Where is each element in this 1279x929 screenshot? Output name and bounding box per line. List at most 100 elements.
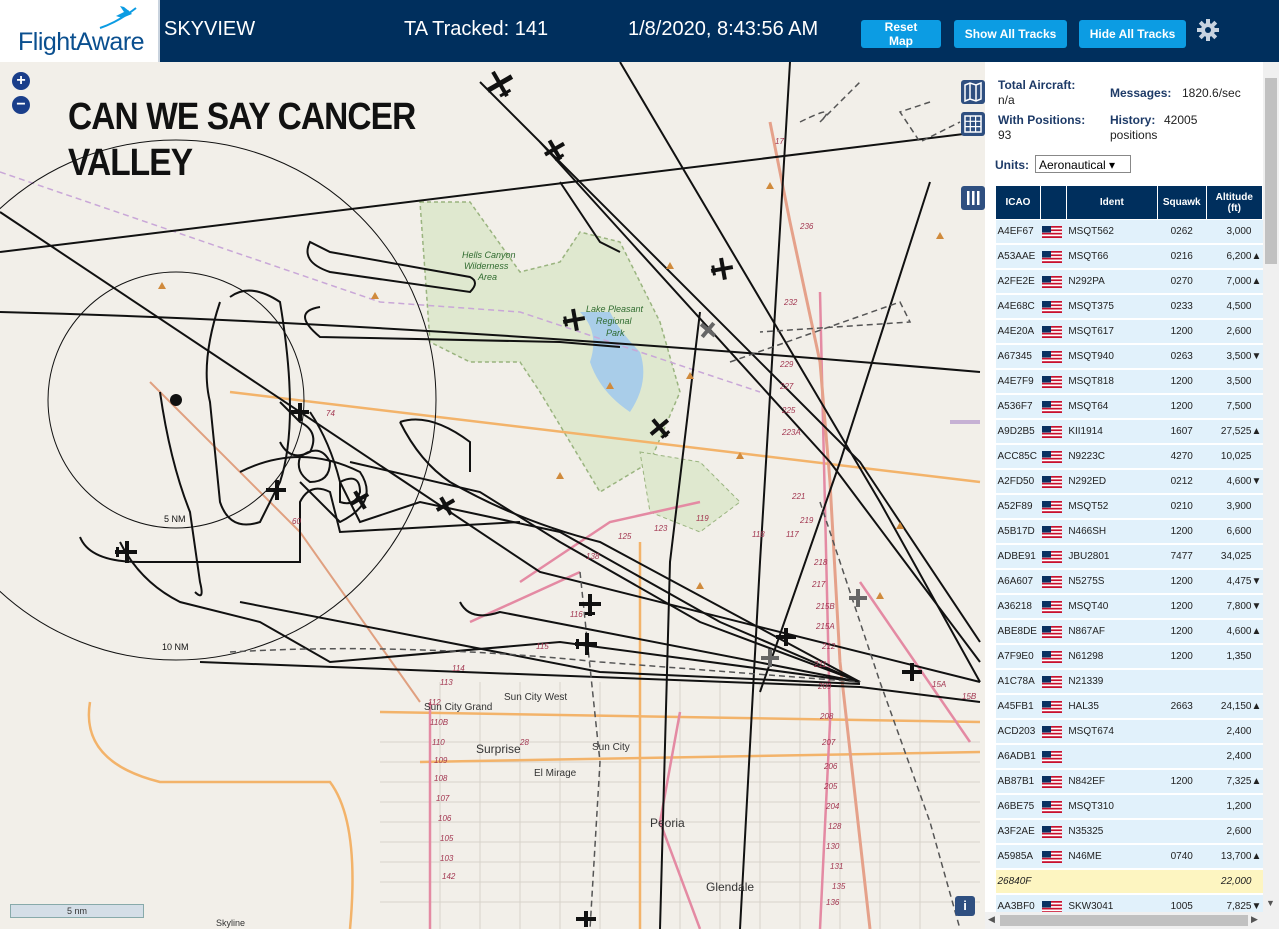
table-row[interactable]: A5B17D N466SH 1200 6,600 — [995, 519, 1263, 545]
table-row[interactable]: A9D2B5 KII1914 1607 27,525▲ — [995, 419, 1263, 445]
units-select[interactable]: Aeronautical ▾ — [1035, 155, 1131, 173]
history-label: History: — [1110, 113, 1156, 127]
road-label: 123 — [654, 524, 668, 533]
table-row[interactable]: A45FB1 HAL35 2663 24,150▲ — [995, 694, 1263, 720]
flag-cell — [1040, 694, 1067, 720]
row-icao: A3F2AE — [995, 819, 1041, 845]
flightaware-logo[interactable]: FlightAware — [0, 0, 160, 62]
gear-icon[interactable] — [1196, 18, 1220, 42]
map-place-label: Glendale — [706, 880, 755, 894]
altitude-value: 7,825 — [1226, 901, 1252, 912]
road-label: 131 — [830, 862, 844, 871]
table-row[interactable]: ABE8DE N867AF 1200 4,600▲ — [995, 619, 1263, 645]
altitude-value: 7,800 — [1226, 601, 1252, 612]
show-all-tracks-button[interactable]: Show All Tracks — [954, 20, 1067, 48]
panel-vertical-scroll-thumb[interactable] — [1265, 78, 1277, 264]
zoom-in-button[interactable]: + — [12, 72, 30, 90]
table-row[interactable]: A2FD50 N292ED 0212 4,600▼ — [995, 469, 1263, 495]
row-squawk: 0212 — [1157, 469, 1207, 495]
grid-icon[interactable] — [961, 112, 985, 136]
table-row[interactable]: ACC85C N9223C 4270 10,025 — [995, 444, 1263, 470]
table-row[interactable]: A36218 MSQT40 1200 7,800▼ — [995, 594, 1263, 620]
row-ident: MSQT818 — [1066, 369, 1158, 395]
row-icao: A4E68C — [995, 294, 1041, 320]
col-ident[interactable]: Ident — [1065, 185, 1158, 220]
table-header-row: ICAO Ident Squawk Altitude (ft) — [995, 185, 1264, 220]
total-aircraft-label: Total Aircraft: — [998, 78, 1076, 92]
road-label: 116 — [570, 610, 583, 619]
us-flag-icon — [1042, 825, 1063, 838]
altitude-value: 3,500 — [1226, 376, 1252, 387]
altitude-trend-icon: ▼ — [1251, 576, 1262, 587]
row-squawk: 4270 — [1157, 444, 1207, 470]
map-layers-icon[interactable] — [961, 80, 985, 104]
us-flag-icon — [1042, 625, 1063, 638]
road-label: 115 — [536, 642, 549, 651]
road-label: 229 — [780, 360, 794, 369]
row-icao: ADBE91 — [995, 544, 1041, 570]
us-flag-icon — [1042, 375, 1063, 388]
scroll-left-icon[interactable]: ◀ — [988, 914, 995, 925]
scroll-right-icon[interactable]: ▶ — [1251, 914, 1258, 925]
flag-cell — [1040, 719, 1067, 745]
table-row[interactable]: A6ADB1 2,400 — [995, 744, 1263, 770]
table-row[interactable]: A7F9E0 N61298 1200 1,350 — [995, 644, 1263, 670]
road-label: 60 — [292, 517, 301, 526]
table-row[interactable]: A536F7 MSQT64 1200 7,500 — [995, 394, 1263, 420]
table-row[interactable]: A4E7F9 MSQT818 1200 3,500 — [995, 369, 1263, 395]
reset-map-button[interactable]: Reset Map — [861, 20, 941, 48]
col-squawk[interactable]: Squawk — [1156, 185, 1207, 220]
flag-cell — [1040, 869, 1067, 895]
row-icao: A6A607 — [995, 569, 1041, 595]
row-ident: MSQT674 — [1066, 719, 1158, 745]
table-row[interactable]: AB87B1 N842EF 1200 7,325▲ — [995, 769, 1263, 795]
altitude-trend-icon: ▼ — [1251, 901, 1262, 912]
table-row[interactable]: ACD203 MSQT674 2,400 — [995, 719, 1263, 745]
hide-all-tracks-button[interactable]: Hide All Tracks — [1079, 20, 1186, 48]
altitude-trend-icon: ▲ — [1251, 276, 1262, 287]
altitude-value: 34,025 — [1220, 551, 1252, 562]
table-row[interactable]: A4E68C MSQT375 0233 4,500 — [995, 294, 1263, 320]
table-row[interactable]: A67345 MSQT940 0263 3,500▼ — [995, 344, 1263, 370]
table-row[interactable]: A1C78A N21339 — [995, 669, 1263, 695]
scroll-down-icon[interactable]: ▼ — [1266, 898, 1275, 908]
us-flag-icon — [1042, 250, 1063, 263]
info-icon[interactable]: i — [955, 896, 975, 916]
table-row[interactable]: A4EF67 MSQT562 0262 3,000 — [995, 219, 1263, 245]
col-altitude[interactable]: Altitude (ft) — [1205, 185, 1264, 220]
row-altitude: 3,500 — [1206, 369, 1263, 395]
altitude-value: 4,475 — [1226, 576, 1252, 587]
table-row[interactable]: A4E20A MSQT617 1200 2,600 — [995, 319, 1263, 345]
columns-icon[interactable] — [961, 186, 985, 210]
table-row[interactable]: A5985A N46ME 0740 13,700▲ — [995, 844, 1263, 870]
row-ident: MSQT40 — [1066, 594, 1158, 620]
table-row[interactable]: A2FE2E N292PA 0270 7,000▲ — [995, 269, 1263, 295]
altitude-value: 24,150 — [1220, 701, 1252, 712]
table-row[interactable]: A53AAE MSQT66 0216 6,200▲ — [995, 244, 1263, 270]
altitude-value: 6,200 — [1226, 251, 1252, 262]
col-flag[interactable] — [1039, 185, 1067, 220]
row-icao: A7F9E0 — [995, 644, 1041, 670]
table-row[interactable]: A6BE75 MSQT310 1,200 — [995, 794, 1263, 820]
altitude-value: 3,900 — [1226, 501, 1252, 512]
us-flag-icon — [1042, 800, 1063, 813]
road-label: 119 — [696, 514, 709, 523]
table-row[interactable]: A3F2AE N35325 2,600 — [995, 819, 1263, 845]
zoom-out-button[interactable]: − — [12, 96, 30, 114]
row-squawk: 0262 — [1157, 219, 1207, 245]
table-row[interactable]: A52F89 MSQT52 0210 3,900 — [995, 494, 1263, 520]
top-bar: FlightAware SKYVIEW TA Tracked: 141 1/8/… — [0, 0, 1279, 62]
table-row[interactable]: 26840F 22,000 — [995, 869, 1263, 895]
road-label: 110B — [430, 718, 449, 727]
panel-horizontal-scroll-thumb[interactable] — [1000, 915, 1248, 926]
map-view[interactable]: Hells Canyon Wilderness Area Lake Pleasant R… — [0, 62, 985, 929]
altitude-value: 2,600 — [1226, 826, 1252, 837]
road-label: 107 — [436, 794, 450, 803]
table-row[interactable]: ADBE91 JBU2801 7477 34,025 — [995, 544, 1263, 570]
altitude-value: 1,350 — [1226, 651, 1252, 662]
us-flag-icon — [1042, 300, 1063, 313]
row-ident: MSQT310 — [1066, 794, 1158, 820]
row-squawk — [1157, 819, 1207, 845]
col-icao[interactable]: ICAO — [995, 185, 1041, 220]
table-row[interactable]: A6A607 N5275S 1200 4,475▼ — [995, 569, 1263, 595]
